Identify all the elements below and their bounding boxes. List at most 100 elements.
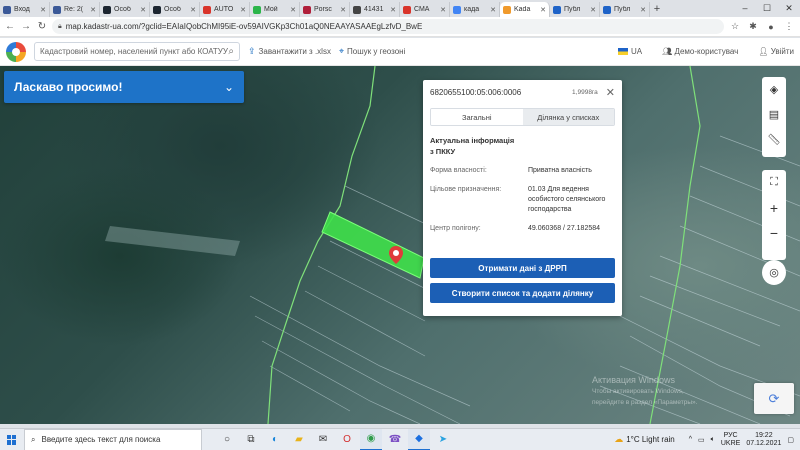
tab-close-icon[interactable]: ✕ [240, 6, 246, 14]
notifications-icon[interactable]: ▢ [787, 436, 794, 444]
close-icon[interactable]: ✕ [606, 86, 615, 99]
tab-favicon-icon [303, 5, 311, 14]
task-view-icon[interactable]: ⧉ [240, 429, 262, 450]
browser-tab[interactable]: Публ ✕ [600, 2, 650, 17]
tab-close-icon[interactable]: ✕ [190, 6, 196, 14]
tab-close-icon[interactable]: ✕ [40, 6, 46, 14]
popup-tabs: Загальні Ділянка у списках [430, 108, 615, 126]
cadastral-number: 6820655100:05:006:0006 [430, 87, 522, 97]
url-field[interactable]: 🔒︎ map.kadastr-ua.com/?gclid=EAIaIQobChM… [52, 19, 724, 34]
browser-tab[interactable]: Porsc ✕ [300, 2, 350, 17]
browser-tab[interactable]: Вход ✕ [0, 2, 50, 17]
ruler-icon[interactable]: 📏︎ [762, 127, 786, 152]
close-window-button[interactable]: ✕ [778, 0, 800, 17]
tab-close-icon[interactable]: ✕ [290, 6, 296, 14]
demo-user-button[interactable]: 👥︎ Демо-користувач [662, 47, 738, 56]
tab-favicon-icon [503, 5, 511, 14]
ownership-value: Приватна власність [528, 167, 592, 174]
locate-icon[interactable]: ◎ [762, 260, 786, 285]
login-button[interactable]: 👤︎ Увійти [758, 47, 794, 56]
print-icon[interactable]: ▤ [762, 102, 786, 127]
dropbox-icon[interactable]: ◆ [408, 428, 430, 450]
browser-tab[interactable]: када ✕ [450, 2, 500, 17]
tab-label: СМА [414, 6, 430, 13]
back-icon[interactable]: ← [4, 21, 16, 32]
mail-icon[interactable]: ✉ [312, 429, 334, 450]
edge-icon[interactable]: ◐ [264, 429, 286, 450]
tab-label: Мой [264, 6, 278, 13]
extensions-icon[interactable]: ✱ [746, 21, 760, 32]
ownership-key: Форма власності: [430, 167, 487, 174]
file-explorer-icon[interactable]: ▰ [288, 429, 310, 450]
browser-tab[interactable]: 41431 ✕ [350, 2, 400, 17]
geo-search-button[interactable]: ⌖ Пошук у геозоні [339, 46, 405, 57]
tab-close-icon[interactable]: ✕ [540, 6, 546, 14]
start-button[interactable] [0, 429, 24, 450]
browser-tab[interactable]: Особ ✕ [150, 2, 200, 17]
taskbar-clock[interactable]: 19:22 07.12.2021 [746, 432, 781, 448]
tab-favicon-icon [53, 5, 61, 14]
tab-label: Kadа [514, 6, 531, 13]
tab-close-icon[interactable]: ✕ [440, 6, 446, 14]
create-list-button[interactable]: Створити список та додати ділянку [430, 283, 615, 303]
windows-activation-watermark: Активация Windows Чтобы активировать Win… [592, 375, 697, 408]
recaptcha-badge[interactable]: ⟳ [754, 383, 794, 414]
tab-close-icon[interactable]: ✕ [490, 6, 496, 14]
tab-close-icon[interactable]: ✕ [390, 6, 396, 14]
taskbar-search-input[interactable]: ⌕ Введите здесь текст для поиска [24, 428, 202, 450]
input-language[interactable]: РУС UKRE [721, 432, 740, 448]
chrome-icon[interactable]: ◉ [360, 428, 382, 450]
cadastral-search-input[interactable]: Кадастровий номер, населений пункт або К… [34, 42, 240, 61]
browser-tab[interactable]: СМА ✕ [400, 2, 450, 17]
fullscreen-icon[interactable]: ⛶ [762, 170, 786, 195]
browser-tab[interactable]: Kadа ✕ [500, 2, 550, 17]
reload-icon[interactable]: ↻ [36, 21, 48, 32]
opera-icon[interactable]: O [336, 429, 358, 450]
tab-close-icon[interactable]: ✕ [90, 6, 96, 14]
star-icon[interactable]: ☆ [728, 21, 742, 32]
map-pin-icon[interactable] [389, 246, 403, 264]
language-bottom: UKRE [720, 439, 741, 447]
chevron-down-icon[interactable]: ⌄ [224, 80, 234, 94]
telegram-icon[interactable]: ➤ [432, 429, 454, 450]
satellite-map[interactable] [0, 66, 800, 424]
language-switcher[interactable]: UA [618, 47, 642, 56]
minimize-button[interactable]: – [734, 0, 756, 17]
tab-close-icon[interactable]: ✕ [140, 6, 146, 14]
profile-icon[interactable]: ● [764, 22, 778, 32]
get-drrp-button[interactable]: Отримати дані з ДРРП [430, 258, 615, 278]
browser-tab[interactable]: Особ ✕ [100, 2, 150, 17]
search-icon[interactable]: ⌕ [228, 46, 234, 57]
site-logo[interactable] [6, 41, 26, 62]
weather-widget[interactable]: ☁ 1°C Light rain [614, 434, 675, 445]
browser-tab[interactable]: Мой ✕ [250, 2, 300, 17]
zoom-in-icon[interactable]: + [762, 195, 786, 220]
browser-menu-icon[interactable]: ⋮ [782, 21, 796, 32]
tab-close-icon[interactable]: ✕ [590, 6, 596, 14]
upload-xlsx-button[interactable]: ⇪ Завантажити з .xlsx [248, 46, 331, 57]
tab-general[interactable]: Загальні [431, 109, 523, 125]
layers-icon[interactable]: ◈ [762, 77, 786, 102]
cortana-icon[interactable]: ○ [216, 429, 238, 450]
maximize-button[interactable]: ☐ [756, 0, 778, 17]
browser-tab[interactable]: AUTO ✕ [200, 2, 250, 17]
network-icon[interactable]: ▭ [698, 436, 705, 444]
tray-expand-icon[interactable]: ^ [689, 436, 692, 443]
language-label: UA [631, 47, 643, 56]
tab-parcel-in-lists[interactable]: Ділянка у списках [522, 109, 614, 125]
viber-icon[interactable]: ☎ [384, 429, 406, 450]
new-tab-button[interactable]: + [650, 2, 664, 17]
zoom-out-icon[interactable]: − [762, 220, 786, 245]
weather-icon: ☁ [614, 434, 624, 444]
upload-icon: ⇪ [248, 46, 256, 56]
volume-icon[interactable]: 🔈︎ [711, 436, 715, 444]
forward-icon[interactable]: → [20, 21, 32, 32]
tab-close-icon[interactable]: ✕ [640, 6, 646, 14]
tab-close-icon[interactable]: ✕ [340, 6, 346, 14]
browser-tab[interactable]: Re: 2(✕ [50, 2, 100, 17]
browser-tabs: Вход ✕ Re: 2(✕ Особ ✕ Особ ✕ AUTO ✕ Мой ✕ Porsc ✕ 41… [0, 0, 650, 17]
browser-tab[interactable]: Публ ✕ [550, 2, 600, 17]
welcome-banner[interactable]: Ласкаво просимо! ⌄ [4, 71, 244, 103]
taskbar-search-placeholder: Введите здесь текст для поиска [41, 435, 161, 444]
user-icon: 👤︎ [758, 47, 771, 56]
